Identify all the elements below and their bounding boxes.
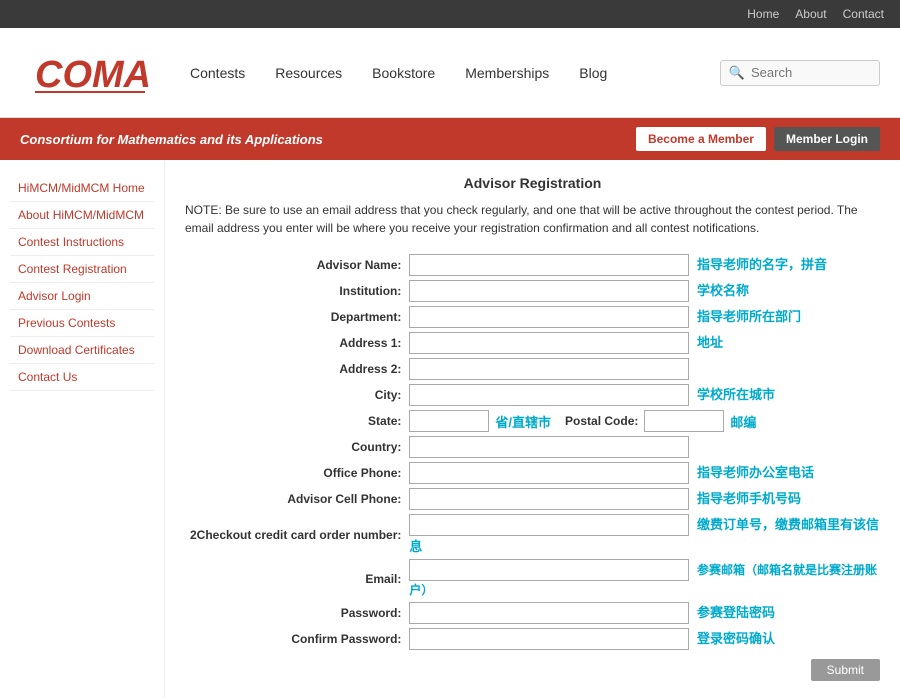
sidebar-item-advisor-login[interactable]: Advisor Login — [10, 283, 154, 310]
office-phone-label: Office Phone: — [185, 460, 409, 486]
office-phone-input[interactable] — [409, 462, 689, 484]
state-input[interactable] — [409, 410, 489, 432]
cell-phone-hint: 指导老师手机号码 — [697, 491, 801, 506]
city-hint: 学校所在城市 — [697, 387, 775, 402]
address1-label: Address 1: — [185, 330, 409, 356]
logo[interactable]: COMAP — [20, 40, 160, 105]
form-title: Advisor Registration — [185, 175, 880, 191]
state-label: State: — [185, 408, 409, 434]
submit-cell: Submit — [409, 652, 880, 683]
nav-links: Contests Resources Bookstore Memberships… — [190, 65, 720, 81]
password-hint: 参赛登陆密码 — [697, 605, 775, 620]
banner-tagline: Consortium for Mathematics and its Appli… — [20, 132, 323, 147]
nav-contests[interactable]: Contests — [190, 65, 245, 81]
state-hint: 省/直辖市 — [495, 412, 551, 431]
password-cell: 参赛登陆密码 — [409, 600, 880, 626]
department-label: Department: — [185, 304, 409, 330]
institution-label: Institution: — [185, 278, 409, 304]
nav-bookstore[interactable]: Bookstore — [372, 65, 435, 81]
content-area: HiMCM/MidMCM Home About HiMCM/MidMCM Con… — [0, 160, 900, 698]
state-cell: 省/直辖市 Postal Code: 邮编 — [409, 408, 880, 434]
department-input[interactable] — [409, 306, 689, 328]
advisor-name-label: Advisor Name: — [185, 252, 409, 278]
checkout-input[interactable] — [409, 514, 689, 536]
become-member-button[interactable]: Become a Member — [636, 127, 766, 151]
checkout-cell: 缴费订单号，缴费邮箱里有该信息 — [409, 512, 880, 557]
city-label: City: — [185, 382, 409, 408]
confirm-password-cell: 登录密码确认 — [409, 626, 880, 652]
address1-cell: 地址 — [409, 330, 880, 356]
country-label: Country: — [185, 434, 409, 460]
search-box: 🔍 — [720, 60, 880, 86]
member-login-button[interactable]: Member Login — [774, 127, 880, 151]
nav-memberships[interactable]: Memberships — [465, 65, 549, 81]
institution-hint: 学校名称 — [697, 283, 749, 298]
top-bar: Home About Contact — [0, 0, 900, 28]
office-phone-cell: 指导老师办公室电话 — [409, 460, 880, 486]
address2-input[interactable] — [409, 358, 689, 380]
institution-input[interactable] — [409, 280, 689, 302]
checkout-label: 2Checkout credit card order number: — [185, 512, 409, 557]
sidebar-item-download-certificates[interactable]: Download Certificates — [10, 337, 154, 364]
sidebar-item-previous-contests[interactable]: Previous Contests — [10, 310, 154, 337]
submit-spacer — [185, 652, 409, 683]
search-input[interactable] — [751, 65, 871, 80]
cell-phone-label: Advisor Cell Phone: — [185, 486, 409, 512]
password-input[interactable] — [409, 602, 689, 624]
svg-text:COMAP: COMAP — [35, 54, 150, 96]
registration-form: Advisor Name: 指导老师的名字，拼音 Institution: 学校… — [185, 252, 880, 683]
address2-cell — [409, 356, 880, 382]
confirm-password-label: Confirm Password: — [185, 626, 409, 652]
postal-input[interactable] — [644, 410, 724, 432]
nav-resources[interactable]: Resources — [275, 65, 342, 81]
institution-cell: 学校名称 — [409, 278, 880, 304]
advisor-name-hint: 指导老师的名字，拼音 — [697, 257, 827, 272]
sidebar: HiMCM/MidMCM Home About HiMCM/MidMCM Con… — [0, 160, 165, 698]
sidebar-item-contest-instructions[interactable]: Contest Instructions — [10, 229, 154, 256]
sidebar-item-contest-registration[interactable]: Contest Registration — [10, 256, 154, 283]
main-form: Advisor Registration NOTE: Be sure to us… — [165, 160, 900, 698]
city-cell: 学校所在城市 — [409, 382, 880, 408]
topbar-home-link[interactable]: Home — [747, 7, 779, 21]
sidebar-item-contact-us[interactable]: Contact Us — [10, 364, 154, 391]
email-input[interactable] — [409, 559, 689, 581]
department-hint: 指导老师所在部门 — [697, 309, 801, 324]
country-cell — [409, 434, 880, 460]
advisor-name-input[interactable] — [409, 254, 689, 276]
topbar-contact-link[interactable]: Contact — [843, 7, 884, 21]
banner-buttons: Become a Member Member Login — [636, 127, 880, 151]
address1-input[interactable] — [409, 332, 689, 354]
form-note: NOTE: Be sure to use an email address th… — [185, 201, 880, 237]
country-input[interactable] — [409, 436, 689, 458]
sidebar-item-about-himcm[interactable]: About HiMCM/MidMCM — [10, 202, 154, 229]
postal-hint: 邮编 — [730, 412, 756, 431]
submit-button[interactable]: Submit — [811, 659, 880, 681]
search-icon: 🔍 — [729, 65, 745, 81]
address1-hint: 地址 — [697, 335, 723, 350]
confirm-password-input[interactable] — [409, 628, 689, 650]
address2-label: Address 2: — [185, 356, 409, 382]
department-cell: 指导老师所在部门 — [409, 304, 880, 330]
postal-code-label: Postal Code: — [565, 414, 638, 428]
nav-blog[interactable]: Blog — [579, 65, 607, 81]
password-label: Password: — [185, 600, 409, 626]
topbar-about-link[interactable]: About — [795, 7, 826, 21]
city-input[interactable] — [409, 384, 689, 406]
red-banner: Consortium for Mathematics and its Appli… — [0, 118, 900, 160]
cell-phone-input[interactable] — [409, 488, 689, 510]
confirm-password-hint: 登录密码确认 — [697, 631, 775, 646]
office-phone-hint: 指导老师办公室电话 — [697, 465, 814, 480]
logo-svg: COMAP — [30, 45, 150, 100]
advisor-name-cell: 指导老师的名字，拼音 — [409, 252, 880, 278]
cell-phone-cell: 指导老师手机号码 — [409, 486, 880, 512]
main-nav: COMAP Contests Resources Bookstore Membe… — [0, 28, 900, 118]
sidebar-item-himcm-home[interactable]: HiMCM/MidMCM Home — [10, 175, 154, 202]
